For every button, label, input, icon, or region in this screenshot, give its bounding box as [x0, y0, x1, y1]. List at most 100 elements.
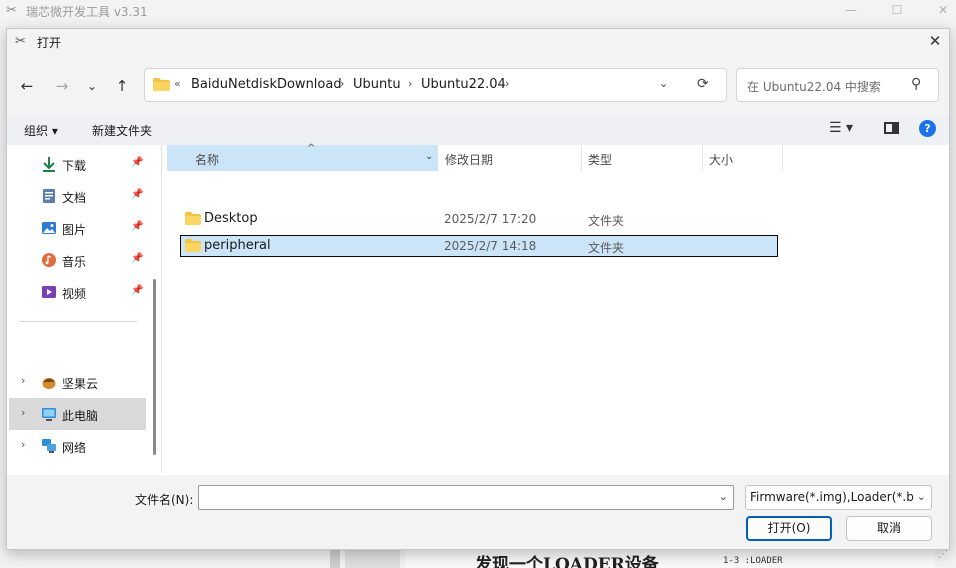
column-label: 类型 — [588, 153, 613, 167]
help-icon[interactable]: ? — [919, 120, 936, 137]
chevron-down-icon[interactable]: ⌄ — [917, 490, 926, 503]
folder-icon — [153, 78, 170, 91]
chevron-down-icon[interactable]: ⌄ — [719, 490, 728, 503]
sidebar-item-pictures[interactable]: 图片 📌 — [9, 214, 145, 242]
navigation-pane: 下载 📌 文档 📌 图片 📌 音乐 📌 视频 📌 › 坚果云 › 此电脑 › 网… — [7, 145, 162, 473]
filename-label: 文件名(N): — [135, 493, 194, 507]
download-icon — [43, 157, 55, 172]
sidebar-scrollbar[interactable] — [153, 279, 156, 455]
toolbar: 组织 ▾ 新建文件夹 ☰ ▾ ? — [7, 115, 949, 145]
folder-icon — [185, 212, 201, 225]
sidebar-item-label: 此电脑 — [62, 409, 99, 423]
file-date: 2025/2/7 14:18 — [444, 239, 537, 253]
expand-chevron-icon[interactable]: › — [21, 406, 25, 419]
file-type: 文件夹 — [588, 241, 625, 255]
pin-icon[interactable]: 📌 — [131, 221, 143, 232]
file-name: Desktop — [204, 211, 258, 226]
sidebar-item-label: 文档 — [62, 191, 87, 205]
file-type: 文件夹 — [588, 214, 625, 228]
search-placeholder: 在 Ubuntu22.04 中搜索 — [747, 80, 881, 94]
overflow-chevron[interactable]: « — [174, 77, 181, 90]
sidebar-item-documents[interactable]: 文档 📌 — [9, 182, 145, 210]
breadcrumb-separator[interactable]: › — [505, 77, 509, 90]
column-header-type[interactable]: 类型 — [583, 145, 703, 171]
file-row[interactable]: Desktop 2025/2/7 17:20 文件夹 — [180, 208, 778, 230]
background-app-title: 瑞芯微开发工具 v3.31 — [26, 5, 148, 19]
nutstore-icon — [42, 378, 56, 389]
sidebar-divider — [19, 321, 137, 322]
background-titlebar: ✂ 瑞芯微开发工具 v3.31 — ☐ ✕ — [0, 0, 956, 22]
maximize-icon[interactable]: ☐ — [874, 0, 920, 22]
pin-icon[interactable]: 📌 — [131, 253, 143, 264]
sidebar-item-label: 视频 — [62, 287, 87, 301]
address-history-dropdown[interactable]: ⌄ — [659, 77, 668, 90]
file-name: peripheral — [204, 238, 271, 253]
up-button[interactable]: ↑ — [110, 75, 134, 99]
back-button[interactable]: ← — [15, 75, 39, 99]
tools-icon: ✂ — [15, 34, 26, 49]
new-folder-button[interactable]: 新建文件夹 — [92, 122, 152, 139]
view-options-button[interactable]: ☰ ▾ — [829, 120, 853, 136]
column-headers: 名称 ^ ⌄ 修改日期 类型 大小 — [167, 143, 943, 173]
sidebar-item-music[interactable]: 音乐 📌 — [9, 246, 145, 274]
breadcrumb-item[interactable]: Ubuntu22.04 — [421, 77, 506, 92]
background-doc-heading: 发现一个LOADER设备 — [475, 555, 659, 568]
breadcrumb-separator[interactable]: › — [340, 77, 344, 90]
music-icon — [42, 253, 56, 267]
expand-chevron-icon[interactable]: › — [21, 374, 25, 387]
file-row-selected[interactable]: peripheral 2025/2/7 14:18 文件夹 — [180, 235, 778, 257]
open-file-dialog: ✂ 打开 ✕ ← → ⌄ ↑ « BaiduNetdiskDownload › … — [6, 28, 950, 550]
open-button[interactable]: 打开(O) — [746, 516, 832, 541]
file-type-filter[interactable]: Firmware(*.img),Loader(*.bin ⌄ — [745, 485, 932, 510]
close-icon[interactable]: ✕ — [920, 0, 956, 22]
column-filter-dropdown[interactable]: ⌄ — [425, 151, 433, 162]
pin-icon[interactable]: 📌 — [131, 285, 143, 296]
document-icon — [43, 189, 55, 203]
sidebar-item-downloads[interactable]: 下载 📌 — [9, 150, 145, 178]
resize-grip-icon[interactable]: ⋰ — [938, 549, 948, 560]
pin-icon[interactable]: 📌 — [131, 189, 143, 200]
sidebar-item-network[interactable]: › 网络 — [9, 432, 145, 460]
cancel-button[interactable]: 取消 — [846, 516, 932, 541]
recent-locations-button[interactable]: ⌄ — [80, 75, 104, 99]
file-date: 2025/2/7 17:20 — [444, 212, 537, 226]
pane-divider[interactable] — [161, 145, 162, 473]
minimize-icon[interactable]: — — [828, 0, 874, 22]
column-label: 大小 — [709, 153, 734, 167]
folder-icon — [185, 239, 201, 252]
pin-icon[interactable]: 📌 — [131, 157, 143, 168]
column-header-date[interactable]: 修改日期 — [439, 145, 582, 171]
sort-ascending-icon: ^ — [307, 143, 316, 154]
sidebar-item-videos[interactable]: 视频 📌 — [9, 278, 145, 306]
breadcrumb-item[interactable]: BaiduNetdiskDownload — [191, 77, 342, 92]
column-label: 修改日期 — [445, 153, 494, 167]
search-box[interactable]: 在 Ubuntu22.04 中搜索 ⚲ — [736, 68, 939, 102]
sidebar-item-this-pc[interactable]: › 此电脑 — [9, 398, 146, 430]
sidebar-item-label: 音乐 — [62, 255, 87, 269]
picture-icon — [42, 222, 56, 234]
content-area: 下载 📌 文档 📌 图片 📌 音乐 📌 视频 📌 › 坚果云 › 此电脑 › 网… — [7, 143, 949, 475]
file-type-filter-value: Firmware(*.img),Loader(*.bin — [750, 490, 914, 504]
organize-menu[interactable]: 组织 ▾ — [24, 122, 58, 139]
column-header-size[interactable]: 大小 — [704, 145, 783, 171]
address-bar[interactable]: « BaiduNetdiskDownload › Ubuntu › Ubuntu… — [144, 68, 727, 102]
sidebar-item-nutstore[interactable]: › 坚果云 — [9, 368, 145, 396]
preview-pane-icon[interactable] — [884, 122, 899, 134]
network-icon — [42, 439, 56, 453]
tools-icon: ✂ — [6, 3, 17, 18]
dialog-title: 打开 — [37, 36, 62, 50]
search-icon[interactable]: ⚲ — [911, 76, 921, 92]
refresh-icon[interactable]: ⟳ — [697, 76, 709, 92]
breadcrumb-item[interactable]: Ubuntu — [353, 77, 401, 92]
sidebar-item-label: 坚果云 — [62, 377, 99, 391]
dialog-close-button[interactable]: ✕ — [923, 32, 947, 52]
filename-input[interactable]: ⌄ — [198, 485, 734, 510]
expand-chevron-icon[interactable]: › — [21, 438, 25, 451]
column-header-name[interactable]: 名称 ^ ⌄ — [167, 143, 438, 171]
background-doc-code: 1-3 :LOADER — [723, 556, 783, 566]
video-icon — [42, 286, 56, 298]
column-label: 名称 — [195, 153, 220, 167]
breadcrumb-separator[interactable]: › — [408, 77, 412, 90]
sidebar-item-label: 网络 — [62, 441, 87, 455]
forward-button[interactable]: → — [50, 75, 74, 99]
